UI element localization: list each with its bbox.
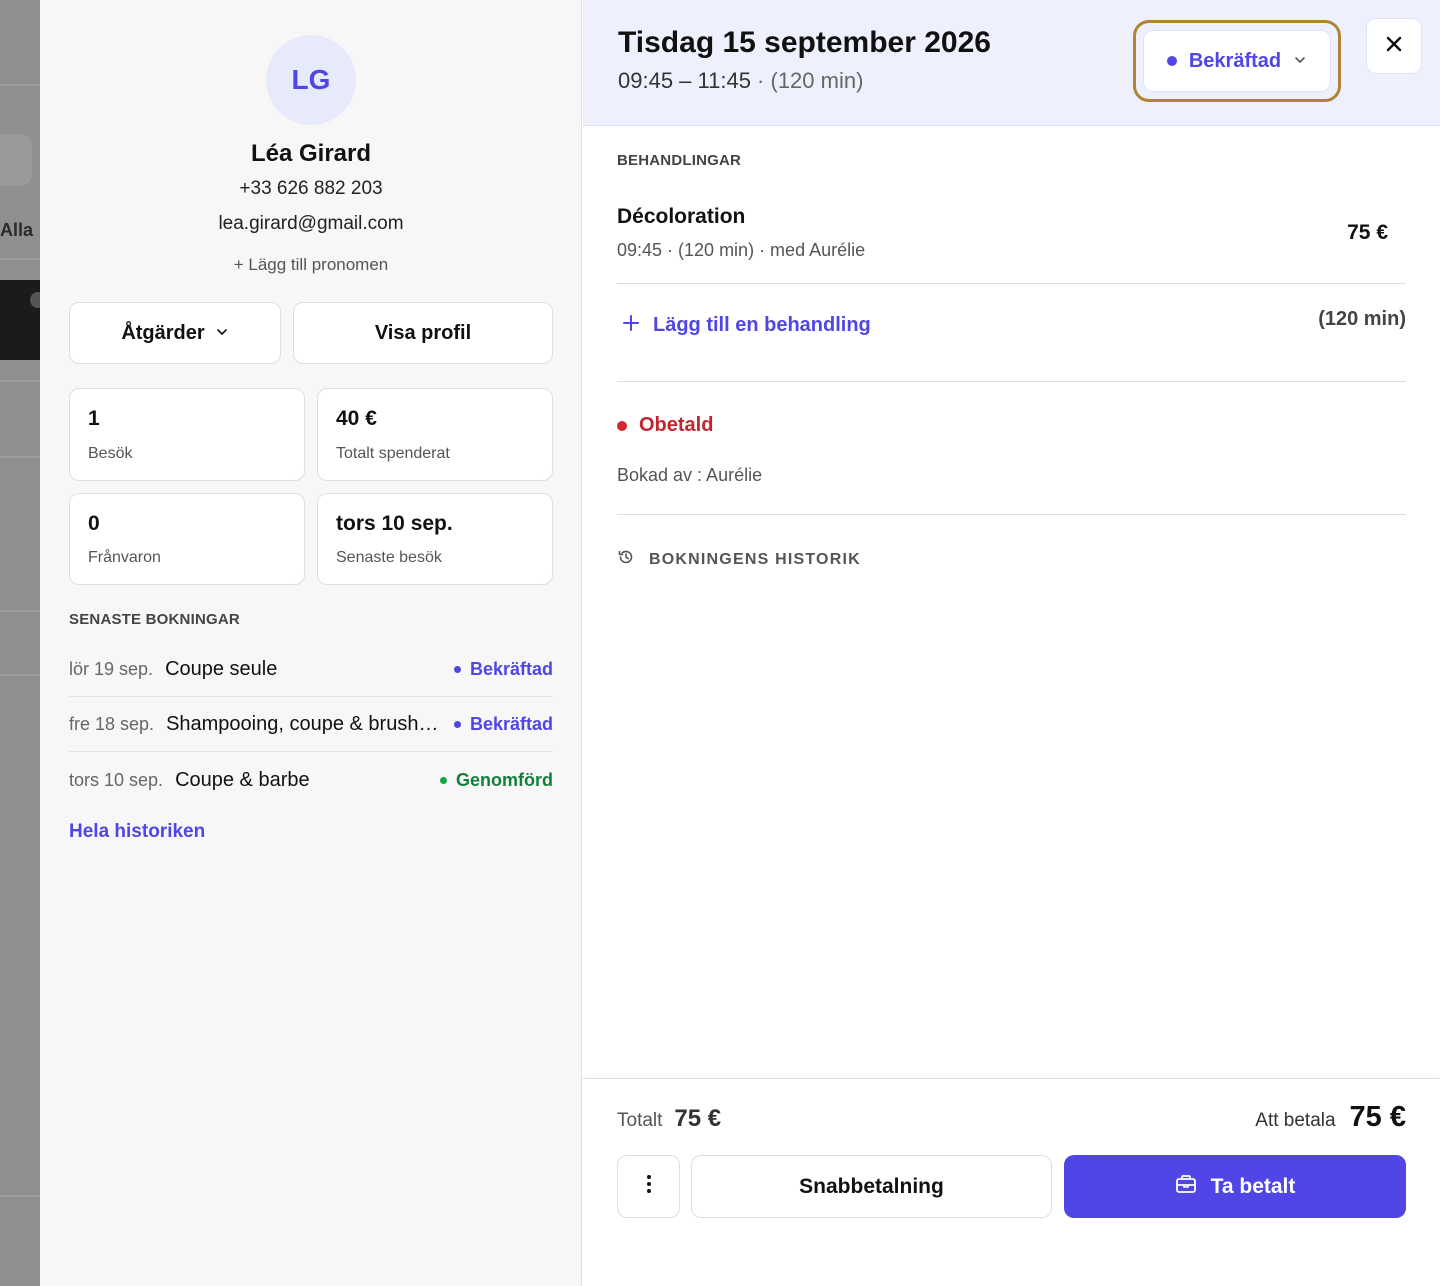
booking-date: lör 19 sep. [69, 659, 154, 679]
divider [0, 258, 40, 260]
total-value: 75 € [674, 1105, 722, 1132]
booking-date: tors 10 sep. [69, 769, 164, 790]
status-dot-icon [440, 776, 447, 784]
total-label: Totalt [617, 1110, 663, 1131]
add-treatment-label: Lägg till en behandling [653, 314, 871, 336]
payment-status-label: Obetald [639, 414, 714, 436]
plus-icon [623, 314, 639, 337]
take-payment-button[interactable]: Ta betalt [1064, 1155, 1406, 1218]
stat-value: 1 [88, 407, 100, 430]
total: Totalt 75 € [617, 1105, 721, 1133]
amount-due-value: 75 € [1349, 1101, 1406, 1133]
booked-by: Bokad av : Aurélie [617, 465, 763, 485]
divider [617, 381, 1406, 382]
quick-pay-button[interactable]: Snabbetalning [691, 1155, 1052, 1218]
treatment-name: Décoloration [617, 205, 746, 228]
client-name: Léa Girard [250, 140, 372, 167]
booking-date: fre 18 sep. [69, 714, 155, 734]
divider [0, 84, 40, 86]
close-button[interactable] [1366, 18, 1422, 74]
status-dropdown-label: Bekräftad [1188, 49, 1282, 72]
chevron-down-icon [215, 322, 229, 345]
booking-service: Coupe seule [165, 658, 278, 680]
time-range: 09:45 – 11:45 [618, 68, 751, 93]
stat-label: Senaste besök [336, 549, 442, 566]
close-icon [1385, 35, 1403, 58]
register-icon [1175, 1174, 1197, 1200]
divider [617, 514, 1406, 515]
status-badge: Bekräftad [453, 659, 553, 680]
payment-footer: Totalt 75 € Att betala 75 € Snabbetalnin… [583, 1078, 1440, 1286]
background-dark-block [0, 280, 40, 360]
client-phone: +33 626 882 203 [239, 178, 383, 199]
stat-card-visits: 1 Besök [69, 388, 305, 481]
chevron-down-icon [1293, 50, 1307, 73]
stat-card-no-shows: 0 Frånvaron [69, 493, 305, 585]
view-profile-label: Visa profil [374, 321, 472, 344]
treatment-price: 75 € [1347, 221, 1388, 244]
add-pronoun-link[interactable]: + Lägg till pronomen [40, 255, 582, 275]
treatments-title: BEHANDLINGAR [617, 152, 742, 169]
status-dot-icon [453, 666, 461, 673]
actions-label: Åtgärder [121, 321, 205, 344]
list-item[interactable]: fre 18 sep. Shampooing, coupe & brushing… [69, 698, 553, 752]
total-duration: (120 min) [1318, 308, 1406, 330]
divider [0, 456, 40, 458]
divider [617, 283, 1406, 284]
stat-label: Frånvaron [88, 549, 161, 566]
quick-pay-label: Snabbetalning [799, 1174, 944, 1198]
actions-button[interactable]: Åtgärder [69, 302, 281, 364]
stat-card-last-visit: tors 10 sep. Senaste besök [317, 493, 553, 585]
appointment-time: 09:45 – 11:45 · (120 min) [618, 68, 863, 94]
background-app: Alla [0, 0, 40, 1286]
stat-card-total-spent: 40 € Totalt spenderat [317, 388, 553, 481]
booking-history-title: BOKNINGENS HISTORIK [649, 550, 861, 568]
status-label: Genomförd [456, 769, 553, 790]
stat-value: 40 € [336, 407, 377, 430]
recent-bookings-title: SENASTE BOKNINGAR [69, 611, 240, 628]
list-item[interactable]: lör 19 sep. Coupe seule Bekräftad [69, 643, 553, 697]
stat-label: Besök [88, 445, 133, 462]
booking-service: Shampooing, coupe & brushing [166, 713, 442, 735]
divider [0, 380, 40, 382]
status-dot-icon [453, 721, 461, 728]
amount-due: Att betala 75 € [1255, 1101, 1406, 1134]
stat-value: 0 [88, 512, 100, 535]
background-control [0, 134, 32, 186]
stat-label: Totalt spenderat [336, 445, 450, 462]
divider [0, 674, 40, 676]
amount-due-label: Att betala [1255, 1110, 1336, 1131]
status-label: Bekräftad [469, 659, 553, 679]
status-dropdown[interactable]: Bekräftad [1143, 30, 1331, 92]
add-treatment-button[interactable]: Lägg till en behandling [623, 314, 871, 337]
appointment-date: Tisdag 15 september 2026 [618, 26, 991, 59]
booking-history-toggle[interactable]: BOKNINGENS HISTORIK [617, 548, 861, 571]
duration: · (120 min) [750, 68, 864, 93]
treatment-meta: 09:45 · (120 min) · med Aurélie [617, 240, 866, 260]
background-filter-label: Alla [0, 220, 34, 240]
appointment-header: Tisdag 15 september 2026 09:45 – 11:45 ·… [583, 0, 1440, 126]
booking-service: Coupe & barbe [175, 768, 310, 791]
divider [0, 1195, 40, 1197]
appointment-panel: Tisdag 15 september 2026 09:45 – 11:45 ·… [583, 0, 1440, 1286]
status-label: Bekräftad [469, 714, 553, 734]
client-panel: LG Léa Girard +33 626 882 203 lea.girard… [40, 0, 582, 1286]
stat-value: tors 10 sep. [336, 512, 453, 535]
list-item[interactable]: tors 10 sep. Coupe & barbe Genomförd [69, 753, 553, 807]
avatar: LG [266, 35, 356, 125]
divider [0, 610, 40, 612]
status-badge: Bekräftad [453, 714, 553, 735]
more-options-button[interactable] [617, 1155, 680, 1218]
payment-status: Obetald [617, 414, 713, 437]
take-payment-label: Ta betalt [1210, 1174, 1296, 1198]
history-icon [617, 548, 635, 571]
status-badge: Genomförd [440, 770, 553, 791]
full-history-link[interactable]: Hela historiken [69, 821, 205, 843]
view-profile-button[interactable]: Visa profil [293, 302, 553, 364]
status-dot-icon [1166, 56, 1177, 66]
more-vertical-icon [646, 1174, 652, 1199]
client-email: lea.girard@gmail.com [218, 213, 404, 234]
status-dot-icon [617, 420, 627, 431]
